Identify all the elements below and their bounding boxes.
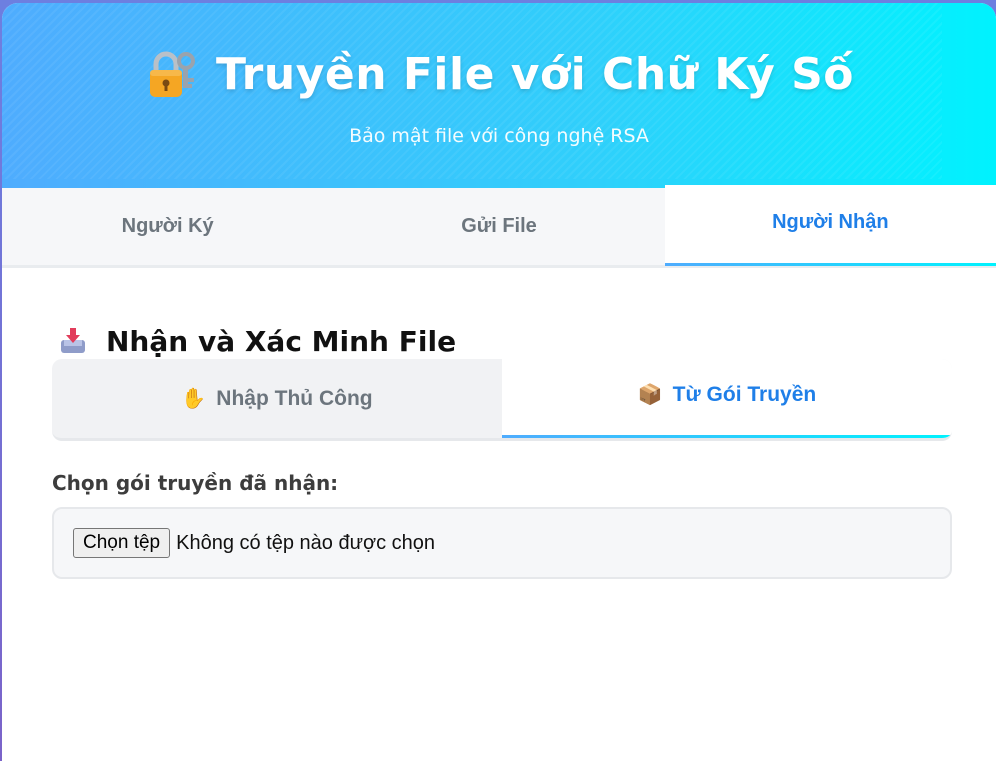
sub-tabs: ✋ Nhập Thủ Công 📦 Từ Gói Truyền (52, 359, 952, 441)
subtab-manual-label: Nhập Thủ Công (216, 386, 373, 410)
choose-file-button[interactable]: Chọn tệp (73, 528, 171, 558)
lock-with-key-icon (144, 47, 198, 101)
package-field-label: Chọn gói truyền đã nhận: (52, 471, 339, 495)
page-title: Truyền File với Chữ Ký Số (215, 48, 855, 100)
subtab-package-label: Từ Gói Truyền (672, 382, 817, 406)
tab-signer[interactable]: Người Ký (2, 188, 333, 265)
receiver-panel: Nhận và Xác Minh File ✋ Nhập Thủ Công 📦 … (52, 321, 952, 579)
header: Truyền File với Chữ Ký Số Bảo mật file v… (2, 3, 996, 188)
file-status-text: Không có tệp nào được chọn (176, 531, 436, 554)
subtab-manual-input[interactable]: ✋ Nhập Thủ Công (52, 359, 502, 438)
page-subtitle: Bảo mật file với công nghệ RSA (349, 125, 649, 147)
package-icon: 📦 (637, 384, 663, 406)
raised-hand-icon: ✋ (181, 388, 207, 410)
inbox-tray-icon (58, 326, 88, 356)
package-file-input[interactable]: Chọn tệp Không có tệp nào được chọn (52, 507, 952, 579)
section-heading: Nhận và Xác Minh File (52, 321, 952, 361)
app-card: Truyền File với Chữ Ký Số Bảo mật file v… (2, 3, 996, 761)
page-title-row: Truyền File với Chữ Ký Số (2, 47, 996, 101)
subtab-from-package[interactable]: 📦 Từ Gói Truyền (502, 359, 952, 438)
tab-receiver[interactable]: Người Nhận (664, 185, 996, 266)
main-tabs: Người Ký Gửi File Người Nhận (2, 185, 996, 268)
section-title: Nhận và Xác Minh File (106, 324, 457, 358)
tab-send-file[interactable]: Gửi File (333, 188, 664, 265)
